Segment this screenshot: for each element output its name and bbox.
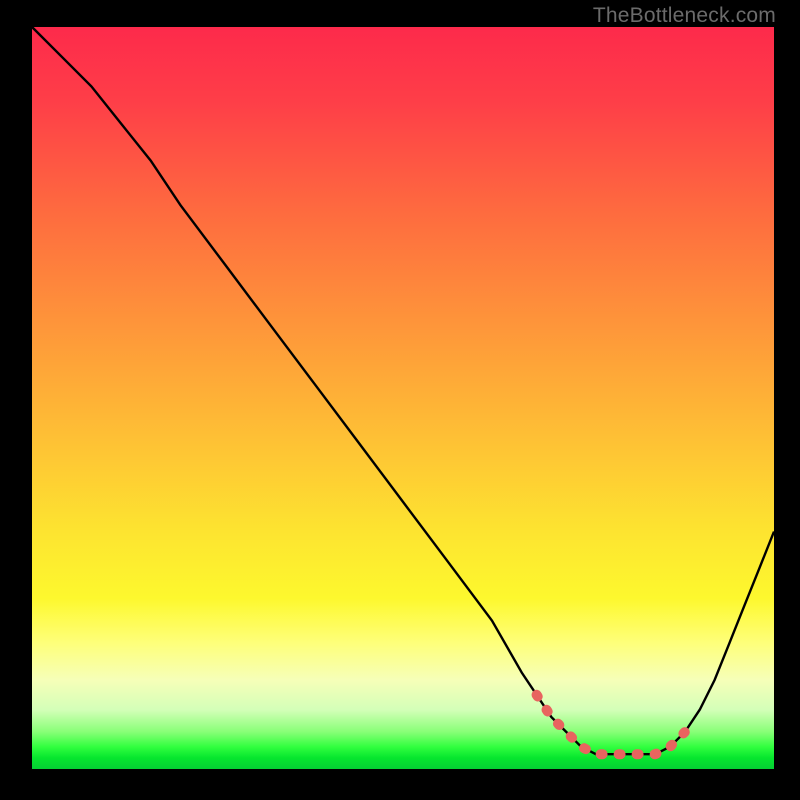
chart-frame: TheBottleneck.com <box>0 0 800 800</box>
trough-highlight <box>537 695 685 754</box>
chart-svg <box>32 27 774 769</box>
bottleneck-curve <box>32 27 774 754</box>
watermark-text: TheBottleneck.com <box>593 4 776 28</box>
